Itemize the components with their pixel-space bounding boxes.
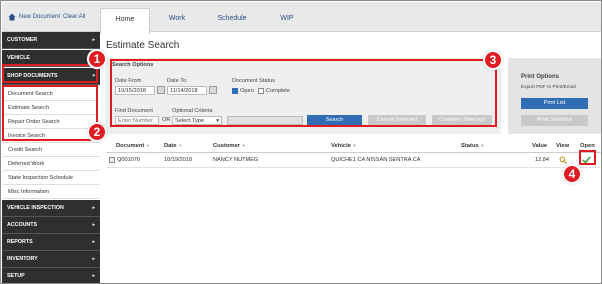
sidebar-item-state-inspection-schedule[interactable]: State Inspection Schedule — [3, 171, 99, 185]
callout-badge-4: 4 — [562, 164, 582, 184]
tab-home[interactable]: Home — [100, 8, 150, 34]
callout-box-search-options — [110, 59, 497, 127]
sort-icon: ▼ — [480, 143, 485, 148]
print-list-button[interactable]: Print List — [521, 98, 588, 109]
sort-icon: ▼ — [145, 143, 150, 148]
sidebar-item-setup[interactable]: SETUP ▸ — [2, 268, 100, 283]
sidebar-item-accounts[interactable]: ACCOUNTS ▸ — [2, 217, 100, 234]
tab-work[interactable]: Work — [152, 8, 202, 33]
sidebar-item-misc-information[interactable]: Misc Information — [3, 185, 99, 199]
top-bar: New Document Clear All Home Work Schedul… — [2, 2, 601, 34]
app-window: New Document Clear All Home Work Schedul… — [0, 0, 602, 284]
print-options-subtext: Export PDF to Print/Email — [521, 85, 576, 90]
row-select-checkbox[interactable] — [109, 157, 115, 163]
sidebar-item-inventory[interactable]: INVENTORY ▸ — [2, 251, 100, 268]
chevron-right-icon: ▸ — [92, 205, 95, 211]
column-value: Value — [532, 143, 548, 149]
print-options-panel: Print Options Export PDF to Print/Email … — [508, 58, 601, 134]
tab-wip[interactable]: WIP — [262, 8, 312, 33]
row-value: 12.84 — [535, 157, 549, 163]
column-open: Open — [580, 143, 595, 149]
column-view: View — [556, 143, 570, 149]
callout-box-search-links — [2, 85, 98, 141]
magnifier-icon[interactable] — [559, 156, 567, 164]
sort-icon: ▼ — [352, 143, 357, 148]
sort-icon: ▼ — [241, 143, 246, 148]
sidebar-item-credit-search[interactable]: Credit Search — [3, 143, 99, 157]
callout-box-shop-documents — [2, 64, 98, 83]
column-vehicle[interactable]: Vehicle ▼ — [331, 143, 357, 149]
tab-schedule[interactable]: Schedule — [207, 8, 257, 33]
column-date[interactable]: Date ▼ — [164, 143, 182, 149]
callout-badge-1: 1 — [87, 49, 107, 69]
print-selected-button[interactable]: Print Selected — [521, 115, 588, 126]
chevron-right-icon: ▸ — [92, 273, 95, 279]
sidebar-item-deferred-work[interactable]: Deferred Work — [3, 157, 99, 171]
callout-box-open-column — [579, 150, 596, 165]
chevron-right-icon: ▸ — [92, 239, 95, 245]
page-title: Estimate Search — [106, 40, 180, 51]
sort-icon: ▼ — [178, 143, 183, 148]
sidebar-item-vehicle-inspection[interactable]: VEHICLE INSPECTION ▸ — [2, 200, 100, 217]
clear-all-link[interactable]: Clear All — [63, 14, 85, 20]
chevron-right-icon: ▸ — [92, 37, 95, 43]
results-table-header: Document ▼ Date ▼ Customer ▼ Vehicle ▼ S… — [106, 141, 601, 153]
row-document[interactable]: Q001070 — [117, 157, 140, 163]
row-vehicle: QUICHE1 CA NISSAN SENTRA CA — [331, 157, 421, 163]
row-customer: NANCY NUTMEG — [213, 157, 259, 163]
sidebar-item-reports[interactable]: REPORTS ▸ — [2, 234, 100, 251]
column-document[interactable]: Document ▼ — [116, 143, 150, 149]
sidebar-item-customer[interactable]: CUSTOMER ▸ — [2, 32, 100, 49]
new-document-link[interactable]: New Document — [19, 14, 60, 20]
chevron-right-icon: ▸ — [92, 256, 95, 262]
column-customer[interactable]: Customer ▼ — [213, 143, 246, 149]
row-date: 10/19/2018 — [164, 157, 192, 163]
table-row[interactable]: Q001070 10/19/2018 NANCY NUTMEG QUICHE1 … — [106, 153, 601, 168]
chevron-right-icon: ▸ — [92, 222, 95, 228]
column-status[interactable]: Status ▼ — [461, 143, 484, 149]
print-options-heading: Print Options — [521, 74, 559, 80]
callout-badge-3: 3 — [483, 50, 503, 70]
home-icon[interactable] — [8, 13, 16, 21]
callout-badge-2: 2 — [87, 122, 107, 142]
